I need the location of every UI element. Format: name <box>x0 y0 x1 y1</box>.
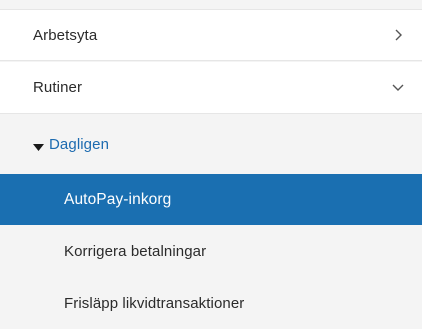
caret-down-icon <box>33 140 44 151</box>
nav-sub-item-label: Frisläpp likvidtransaktioner <box>64 294 245 312</box>
nav-sub-item-korrigera-betalningar[interactable]: Korrigera betalningar <box>0 225 422 277</box>
chevron-down-icon <box>392 82 404 94</box>
nav-item-rutiner[interactable]: Rutiner <box>0 62 422 114</box>
nav-sub-item-autopay-inkorg[interactable]: AutoPay-inkorg <box>0 174 422 225</box>
nav-sub-item-label: AutoPay-inkorg <box>64 190 172 208</box>
nav-item-arbetsyta[interactable]: Arbetsyta <box>0 9 422 61</box>
nav-item-label: Arbetsyta <box>33 26 98 44</box>
nav-group-dagligen[interactable]: Dagligen <box>0 115 422 174</box>
nav-sub-item-label: Korrigera betalningar <box>64 242 207 260</box>
nav-sub-item-frislapp-likvidtransaktioner[interactable]: Frisläpp likvidtransaktioner <box>0 277 422 329</box>
navigation-panel: Arbetsyta Rutiner Dagligen AutoPay-inkor… <box>0 0 422 329</box>
nav-group-label: Dagligen <box>49 136 110 153</box>
chevron-right-icon <box>392 29 404 41</box>
nav-item-label: Rutiner <box>33 79 83 96</box>
